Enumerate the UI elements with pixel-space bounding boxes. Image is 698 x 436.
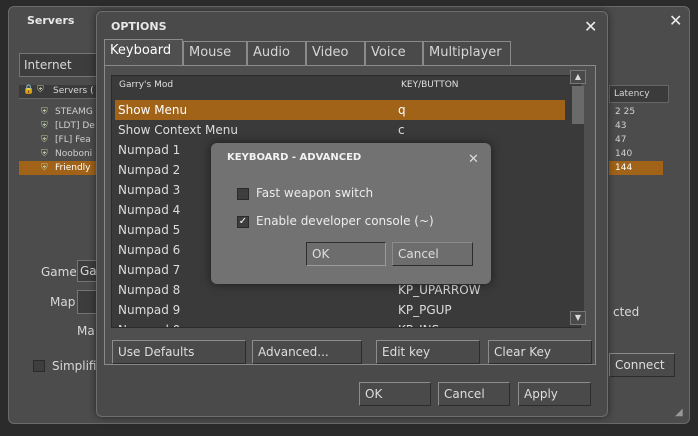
simplified-checkbox[interactable] bbox=[33, 360, 45, 372]
latency-cell: 144 bbox=[609, 161, 663, 175]
edit-key-button[interactable]: Edit key bbox=[376, 340, 480, 364]
server-row[interactable]: ⛨ Friendly bbox=[19, 161, 99, 175]
scroll-track[interactable] bbox=[572, 86, 584, 311]
developer-console-label: Enable developer console (~) bbox=[256, 214, 434, 228]
checkmark-icon: ✓ bbox=[238, 216, 248, 227]
close-icon[interactable]: ✕ bbox=[669, 13, 682, 29]
scroll-thumb[interactable] bbox=[572, 86, 584, 124]
advanced-dialog-title: KEYBOARD - ADVANCED bbox=[227, 152, 362, 163]
key-binding-row[interactable]: Show Menu q bbox=[115, 100, 565, 120]
binding-action: Show Menu bbox=[118, 103, 188, 117]
server-row[interactable]: ⛨ [LDT] De bbox=[19, 119, 99, 133]
binding-key: c bbox=[398, 123, 405, 137]
binding-action: Numpad 3 bbox=[118, 183, 181, 197]
tab-video[interactable]: Video bbox=[306, 41, 365, 65]
server-row[interactable]: ⛨ [FL] Fea bbox=[19, 133, 99, 147]
tab-mouse[interactable]: Mouse bbox=[183, 41, 247, 65]
servers-window-title: Servers bbox=[27, 14, 75, 27]
binding-key: KP_PGUP bbox=[398, 303, 452, 317]
key-binding-row[interactable]: Show Context Menu c bbox=[115, 120, 565, 140]
binding-action: Numpad 4 bbox=[118, 203, 181, 217]
scroll-down-icon[interactable]: ▼ bbox=[570, 311, 586, 325]
server-list[interactable]: ⛨ STEAMG ⛨ [LDT] De ⛨ [FL] Fea ⛨ Nooboni ⛨ Friend… bbox=[19, 105, 99, 180]
server-name-header: Servers ( bbox=[53, 86, 94, 96]
latency-header[interactable]: Latency bbox=[609, 85, 669, 103]
key-binding-row[interactable]: Numpad 0 KP_INS bbox=[115, 320, 565, 327]
binding-key: q bbox=[398, 103, 406, 117]
key-column-header: KEY/BUTTON bbox=[401, 80, 459, 90]
simplified-label: Simplifi bbox=[52, 359, 97, 373]
advanced-button[interactable]: Advanced... bbox=[252, 340, 362, 364]
ok-button[interactable]: OK bbox=[359, 382, 431, 406]
keyboard-advanced-dialog: KEYBOARD - ADVANCED ✕ Fast weapon switch… bbox=[211, 143, 491, 284]
server-name: [FL] Fea bbox=[55, 135, 91, 145]
shield-icon: ⛨ bbox=[41, 149, 48, 159]
binding-action: Numpad 1 bbox=[118, 143, 181, 157]
server-list-header[interactable]: 🔒 ⛨ Servers ( bbox=[19, 85, 99, 99]
use-defaults-button[interactable]: Use Defaults bbox=[112, 340, 246, 364]
advanced-cancel-button[interactable]: Cancel bbox=[392, 242, 473, 266]
shield-icon: ⛨ bbox=[41, 163, 48, 173]
advanced-ok-button[interactable]: OK bbox=[306, 242, 386, 266]
binding-action: Show Context Menu bbox=[118, 123, 238, 137]
clear-key-button[interactable]: Clear Key bbox=[488, 340, 592, 364]
developer-console-checkbox[interactable]: ✓ bbox=[237, 216, 249, 228]
shield-icon: ⛨ bbox=[41, 121, 48, 131]
fast-weapon-switch-label: Fast weapon switch bbox=[256, 186, 374, 200]
game-field[interactable]: Ga bbox=[77, 260, 97, 282]
lock-icon: 🔒 bbox=[23, 85, 35, 95]
latency-cell: 47 bbox=[615, 135, 627, 145]
key-binding-row[interactable]: Numpad 9 KP_PGUP bbox=[115, 300, 565, 320]
server-row[interactable]: ⛨ Nooboni bbox=[19, 147, 99, 161]
max-players-label: Ma bbox=[77, 324, 95, 338]
binding-action: Numpad 8 bbox=[118, 283, 181, 297]
tab-keyboard[interactable]: Keyboard bbox=[104, 39, 183, 66]
action-column-header: Garry's Mod bbox=[119, 80, 174, 90]
map-label: Map bbox=[50, 295, 76, 309]
server-filter-select[interactable]: Internet bbox=[19, 53, 97, 77]
shield-icon: ⛨ bbox=[41, 107, 48, 117]
server-name: Nooboni bbox=[55, 149, 93, 159]
list-scrollbar[interactable]: ▲ ▼ bbox=[570, 70, 586, 325]
close-icon[interactable]: ✕ bbox=[468, 152, 479, 168]
shield-icon: ⛨ bbox=[37, 85, 44, 95]
tab-audio[interactable]: Audio bbox=[247, 41, 306, 65]
server-name: STEAMG bbox=[55, 107, 93, 117]
resize-grip-icon[interactable]: ◢ bbox=[675, 407, 683, 418]
latency-cell: 43 bbox=[615, 121, 627, 131]
binding-action: Numpad 0 bbox=[118, 320, 180, 327]
map-field[interactable] bbox=[77, 290, 97, 314]
apply-button[interactable]: Apply bbox=[518, 382, 591, 406]
tab-multiplayer[interactable]: Multiplayer bbox=[423, 41, 511, 65]
binding-action: Numpad 9 bbox=[118, 303, 181, 317]
server-name: Friendly bbox=[55, 163, 91, 173]
binding-action: Numpad 7 bbox=[118, 263, 181, 277]
tab-voice[interactable]: Voice bbox=[365, 41, 423, 65]
game-label: Game bbox=[41, 265, 77, 279]
latency-list: 2 25 43 47 140 144 bbox=[609, 105, 663, 180]
shield-icon: ⛨ bbox=[41, 135, 48, 145]
options-title: OPTIONS bbox=[111, 20, 167, 33]
cancel-button[interactable]: Cancel bbox=[438, 382, 510, 406]
fast-weapon-switch-checkbox[interactable] bbox=[237, 188, 249, 200]
server-row[interactable]: ⛨ STEAMG bbox=[19, 105, 99, 119]
connected-label: cted bbox=[613, 305, 640, 319]
binding-key: KP_INS bbox=[398, 320, 439, 327]
scroll-up-icon[interactable]: ▲ bbox=[570, 70, 586, 84]
server-name: [LDT] De bbox=[55, 121, 95, 131]
connect-button[interactable]: Connect bbox=[609, 353, 675, 377]
binding-action: Numpad 6 bbox=[118, 243, 181, 257]
latency-cell: 2 25 bbox=[615, 107, 636, 117]
binding-action: Numpad 2 bbox=[118, 163, 181, 177]
close-icon[interactable]: ✕ bbox=[584, 19, 597, 35]
binding-action: Numpad 5 bbox=[118, 223, 181, 237]
latency-cell: 140 bbox=[615, 149, 633, 159]
